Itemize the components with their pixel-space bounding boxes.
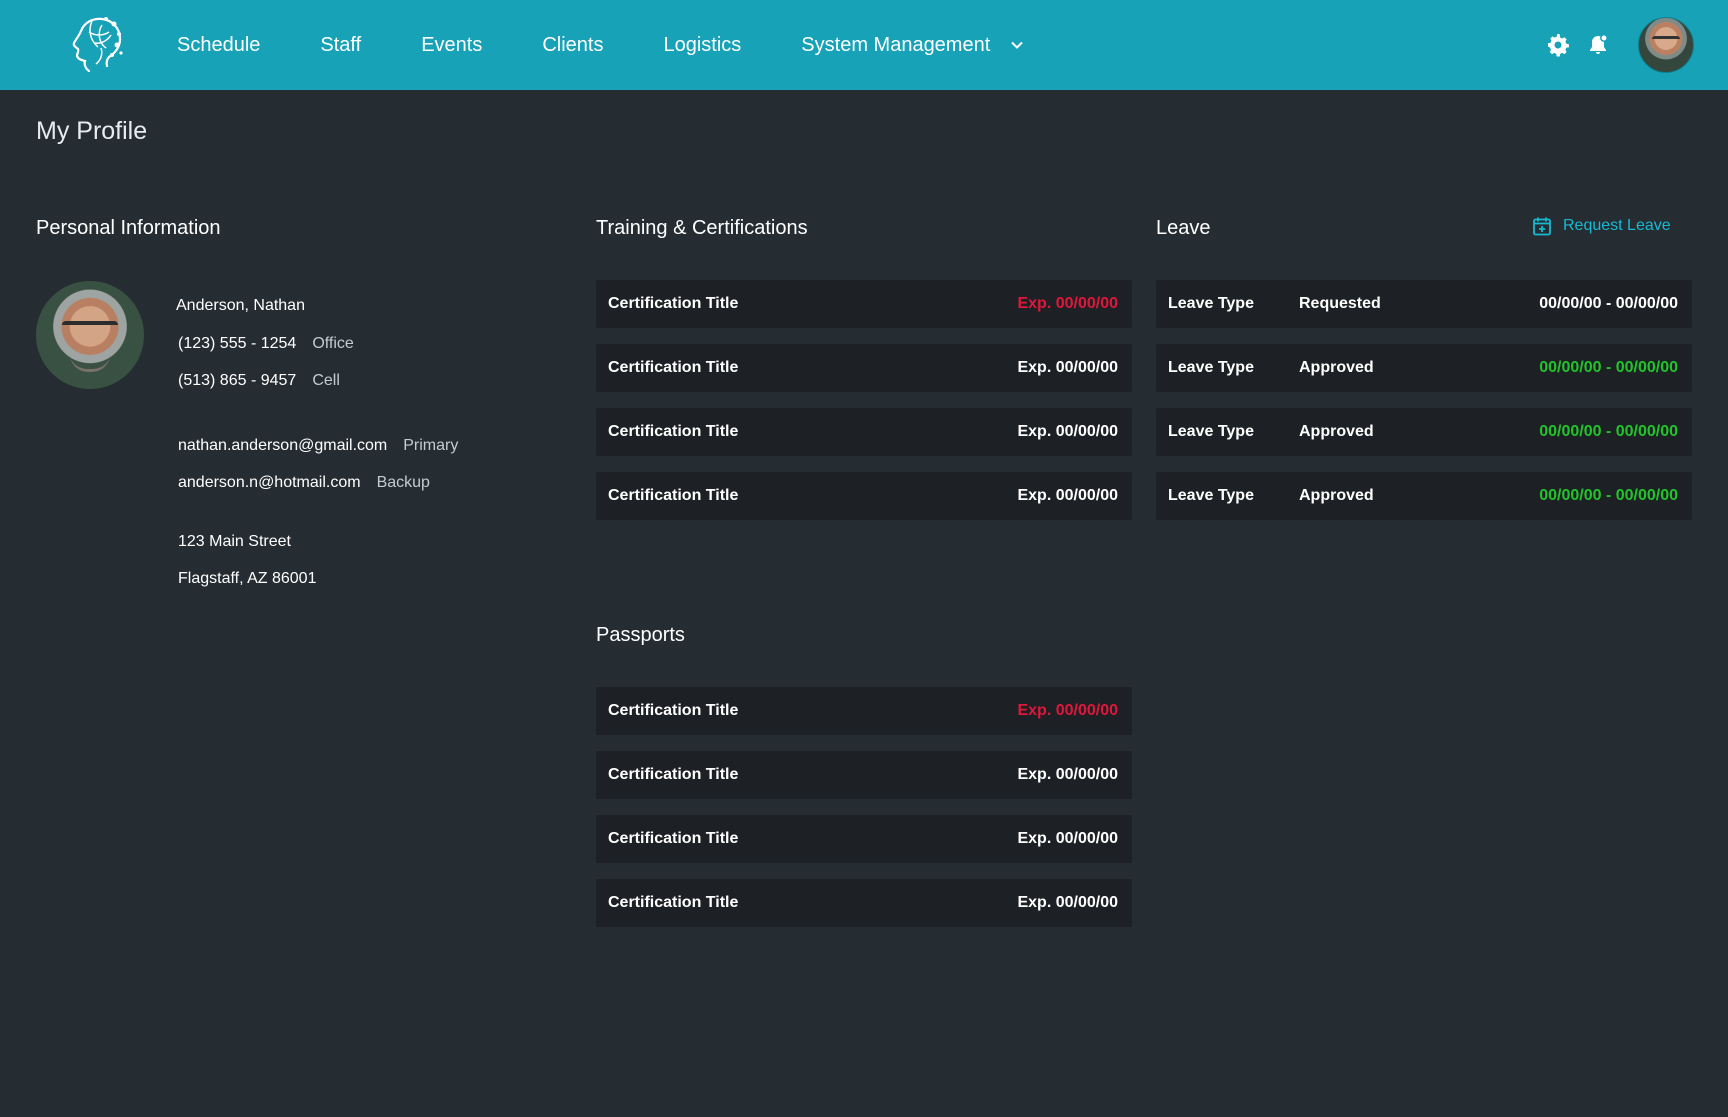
page-title: My Profile [36, 117, 148, 145]
leave-status: Requested [1299, 295, 1381, 312]
chevron-down-icon [1011, 41, 1023, 49]
bell-notification-icon[interactable] [1586, 33, 1610, 57]
ai-head-logo-icon[interactable] [58, 10, 126, 78]
phone-number: (123) 555 - 1254 [178, 335, 297, 352]
certification-expiry: Exp. 00/00/00 [1017, 295, 1118, 312]
leave-dates: 00/00/00 - 00/00/00 [1539, 295, 1678, 312]
certification-expiry: Exp. 00/00/00 [1017, 423, 1118, 440]
nav-events[interactable]: Events [421, 34, 482, 57]
leave-heading: Leave [1156, 217, 1211, 239]
leave-type: Leave Type [1168, 487, 1254, 504]
nav-system-management[interactable]: System Management [801, 34, 1024, 57]
main-navigation: Schedule Staff Events Clients Logistics … [177, 0, 1024, 90]
phone-label: Office [312, 335, 354, 352]
profile-photo [36, 281, 144, 389]
personal-information-heading: Personal Information [36, 217, 221, 239]
top-navigation-bar: Schedule Staff Events Clients Logistics … [0, 0, 1728, 90]
leave-row[interactable]: Leave Type Approved 00/00/00 - 00/00/00 [1156, 472, 1692, 520]
phone-office: (123) 555 - 1254 Office [178, 335, 354, 353]
certification-row[interactable]: Certification Title Exp. 00/00/00 [596, 408, 1132, 456]
certification-title: Certification Title [608, 295, 739, 312]
gear-icon[interactable] [1546, 33, 1570, 57]
leave-row[interactable]: Leave Type Approved 00/00/00 - 00/00/00 [1156, 408, 1692, 456]
calendar-add-icon [1533, 217, 1551, 236]
email-primary: nathan.anderson@gmail.com Primary [178, 437, 458, 455]
user-avatar[interactable] [1638, 17, 1694, 73]
passport-expiry: Exp. 00/00/00 [1017, 766, 1118, 783]
nav-logistics[interactable]: Logistics [663, 34, 741, 57]
email-label: Primary [403, 437, 459, 454]
certification-title: Certification Title [608, 359, 739, 376]
certification-row[interactable]: Certification Title Exp. 00/00/00 [596, 344, 1132, 392]
passport-row[interactable]: Certification Title Exp. 00/00/00 [596, 879, 1132, 927]
passport-expiry: Exp. 00/00/00 [1017, 830, 1118, 847]
leave-row[interactable]: Leave Type Approved 00/00/00 - 00/00/00 [1156, 344, 1692, 392]
top-actions [1546, 0, 1694, 90]
certification-row[interactable]: Certification Title Exp. 00/00/00 [596, 280, 1132, 328]
certification-expiry: Exp. 00/00/00 [1017, 359, 1118, 376]
certification-row[interactable]: Certification Title Exp. 00/00/00 [596, 472, 1132, 520]
nav-schedule[interactable]: Schedule [177, 34, 260, 57]
leave-type: Leave Type [1168, 359, 1254, 376]
leave-type: Leave Type [1168, 423, 1254, 440]
passport-row[interactable]: Certification Title Exp. 00/00/00 [596, 815, 1132, 863]
leave-row[interactable]: Leave Type Requested 00/00/00 - 00/00/00 [1156, 280, 1692, 328]
leave-dates: 00/00/00 - 00/00/00 [1539, 487, 1678, 504]
passport-row[interactable]: Certification Title Exp. 00/00/00 [596, 751, 1132, 799]
passport-expiry: Exp. 00/00/00 [1017, 894, 1118, 911]
nav-system-management-label: System Management [801, 33, 991, 56]
email-backup: anderson.n@hotmail.com Backup [178, 474, 430, 492]
email-label: Backup [376, 474, 430, 491]
certification-title: Certification Title [608, 423, 739, 440]
request-leave-button[interactable]: Request Leave [1532, 216, 1671, 236]
nav-clients[interactable]: Clients [542, 34, 603, 57]
training-certifications-heading: Training & Certifications [596, 217, 808, 239]
certification-title: Certification Title [608, 487, 739, 504]
full-name: Anderson, Nathan [176, 297, 305, 314]
leave-dates: 00/00/00 - 00/00/00 [1539, 359, 1678, 376]
leave-status: Approved [1299, 487, 1374, 504]
certification-expiry: Exp. 00/00/00 [1017, 487, 1118, 504]
email-address: nathan.anderson@gmail.com [178, 437, 388, 454]
phone-label: Cell [312, 372, 340, 389]
passport-title: Certification Title [608, 702, 739, 719]
phone-number: (513) 865 - 9457 [178, 372, 297, 389]
passport-title: Certification Title [608, 766, 739, 783]
address-line-2: Flagstaff, AZ 86001 [178, 570, 317, 587]
request-leave-label: Request Leave [1563, 217, 1671, 234]
email-address: anderson.n@hotmail.com [178, 474, 361, 491]
phone-cell: (513) 865 - 9457 Cell [178, 372, 340, 390]
leave-status: Approved [1299, 423, 1374, 440]
passports-heading: Passports [596, 624, 685, 646]
leave-dates: 00/00/00 - 00/00/00 [1539, 423, 1678, 440]
passport-title: Certification Title [608, 830, 739, 847]
address-line-1: 123 Main Street [178, 533, 291, 550]
leave-type: Leave Type [1168, 295, 1254, 312]
passport-row[interactable]: Certification Title Exp. 00/00/00 [596, 687, 1132, 735]
passport-title: Certification Title [608, 894, 739, 911]
nav-staff[interactable]: Staff [320, 34, 361, 57]
leave-status: Approved [1299, 359, 1374, 376]
passport-expiry: Exp. 00/00/00 [1017, 702, 1118, 719]
